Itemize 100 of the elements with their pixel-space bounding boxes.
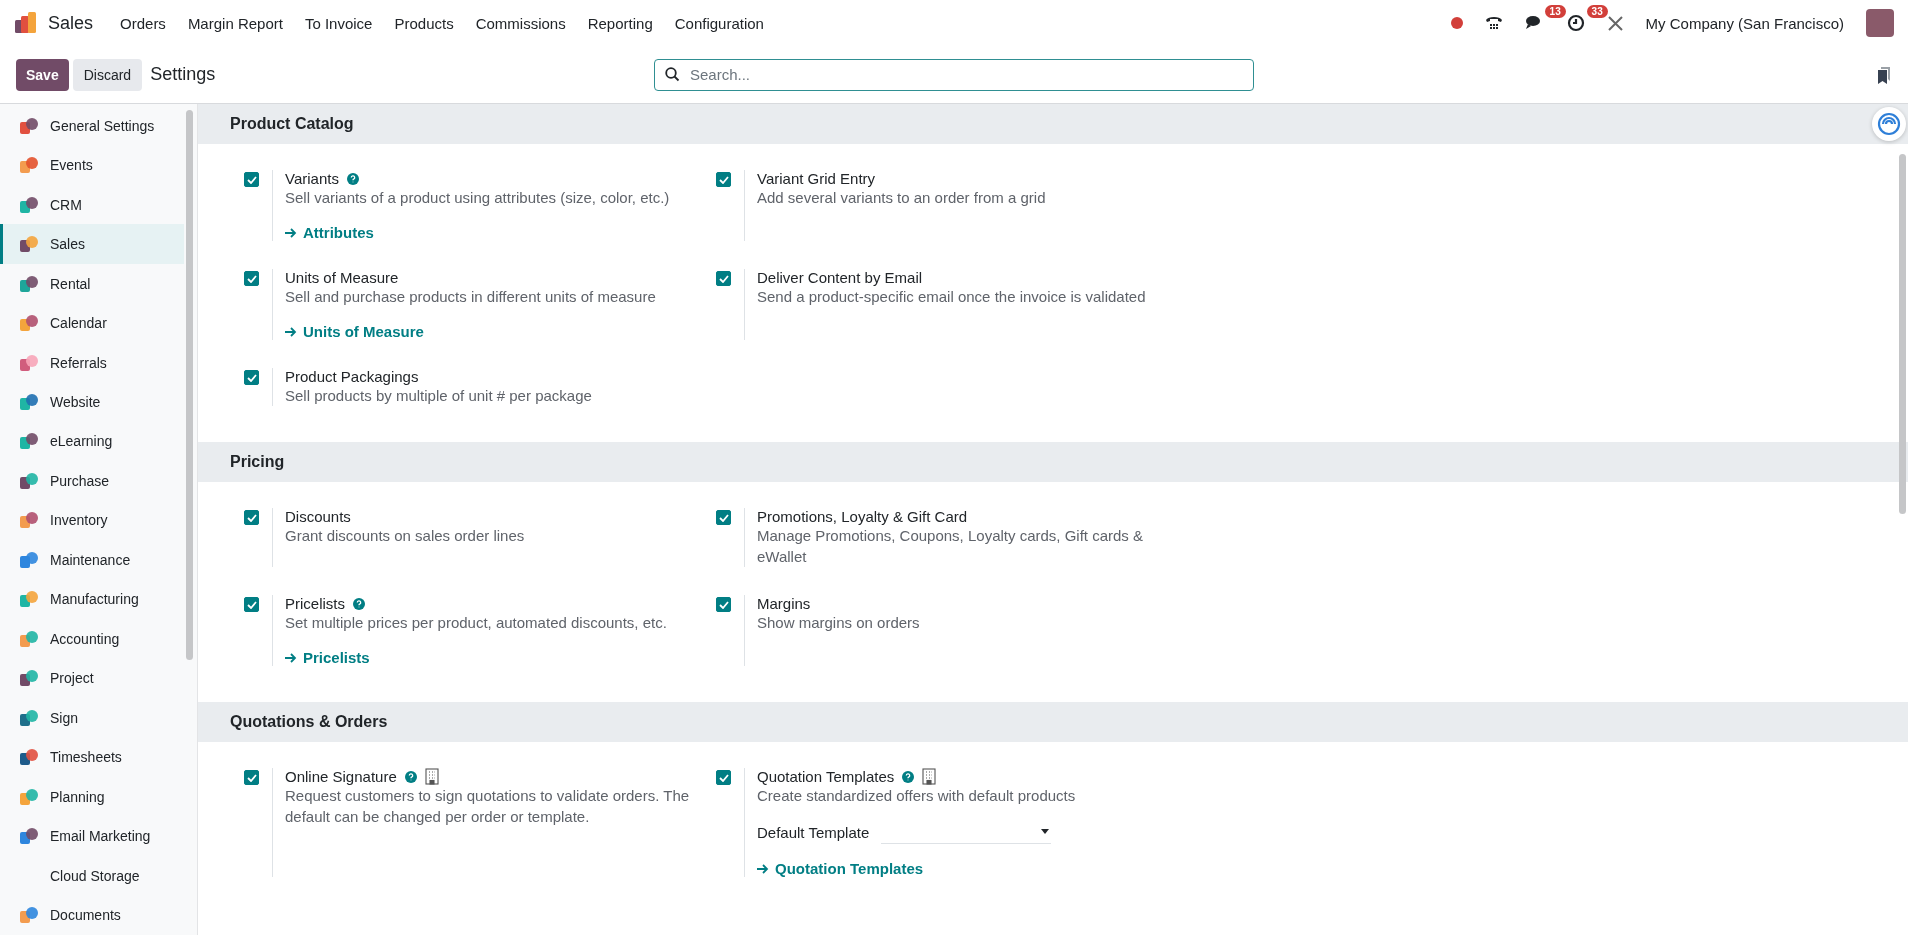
settings-link[interactable]: Units of Measure — [285, 323, 656, 340]
checkbox[interactable] — [244, 770, 259, 785]
checkbox[interactable] — [244, 510, 259, 525]
checkbox[interactable] — [716, 172, 731, 187]
setting-description: Send a product-specific email once the invoice is validated — [757, 287, 1146, 307]
sidebar-item[interactable]: Referrals — [0, 342, 184, 383]
setting-description: Sell products by multiple of unit # per package — [285, 386, 592, 406]
app-name[interactable]: Sales — [48, 12, 94, 34]
arrow-icon — [757, 863, 769, 874]
building-icon — [424, 768, 439, 785]
sidebar-item[interactable]: Project — [0, 658, 184, 699]
sidebar-item[interactable]: Sign — [0, 698, 184, 738]
company-name[interactable]: My Company (San Francisco) — [1645, 14, 1844, 32]
sidebar-item[interactable]: Maintenance — [0, 540, 184, 580]
setting-description: Add several variants to an order from a grid — [757, 188, 1046, 208]
sidebar-item[interactable]: Purchase — [0, 461, 184, 501]
search-field[interactable]: Search... — [654, 58, 1254, 91]
field-label: Default Template — [757, 823, 870, 841]
settings-link[interactable]: Quotation Templates — [757, 860, 1076, 877]
app-icon — [19, 194, 39, 215]
building-icon — [922, 768, 937, 785]
sidebar-item[interactable]: Planning — [0, 776, 184, 817]
setting-title: Variant Grid Entry — [757, 170, 876, 187]
help-icon[interactable] — [902, 770, 915, 783]
phone-icon[interactable] — [1484, 14, 1503, 32]
setting-description: Show margins on orders — [757, 613, 920, 633]
sidebar-item[interactable]: Accounting — [0, 619, 184, 659]
menu-item[interactable]: Commissions — [464, 14, 577, 32]
sidebar-item[interactable]: General Settings — [0, 106, 184, 146]
checkbox[interactable] — [716, 271, 731, 286]
setting-title: Pricelists — [285, 595, 345, 612]
setting-description: Grant discounts on sales order lines — [285, 526, 525, 546]
sidebar-item[interactable]: Cloud Storage — [0, 855, 184, 896]
app-icon — [19, 115, 39, 136]
menu-item[interactable]: To Invoice — [293, 14, 384, 32]
menu-item[interactable]: Reporting — [576, 14, 664, 32]
setting-title: Promotions, Loyalty & Gift Card — [757, 508, 968, 525]
clock-icon[interactable] — [1566, 14, 1585, 32]
sidebar-item[interactable]: Events — [0, 145, 184, 185]
setting-title: Variants — [285, 170, 339, 187]
checkbox[interactable] — [244, 172, 259, 187]
sidebar-item[interactable]: Sales — [0, 224, 184, 264]
caret-icon — [1041, 829, 1050, 834]
discard-button[interactable]: Discard — [72, 58, 143, 91]
message-count: 13 — [1544, 5, 1566, 18]
app-icon — [19, 905, 39, 926]
sidebar-item[interactable]: Rental — [0, 263, 184, 304]
app-icon — [19, 826, 39, 847]
app-icon — [19, 510, 39, 531]
app-icon — [19, 273, 39, 294]
sidebar-item[interactable]: Calendar — [0, 303, 184, 343]
app-icon — [19, 234, 39, 255]
sidebar-item[interactable]: Email Marketing — [0, 816, 184, 856]
checkbox[interactable] — [716, 597, 731, 612]
checkbox[interactable] — [244, 271, 259, 286]
app-icon — [19, 155, 39, 176]
menu-item[interactable]: Orders — [109, 14, 177, 32]
setting-title: Discounts — [285, 508, 351, 525]
setting-title: Margins — [757, 595, 811, 612]
app-icon — [19, 431, 39, 452]
setting-description: Create standardized offers with default products — [757, 786, 1076, 806]
app-icon — [19, 313, 39, 334]
sidebar-item[interactable]: eLearning — [0, 421, 184, 462]
sidebar-item[interactable]: Inventory — [0, 500, 184, 541]
menu-item[interactable]: Margin Report — [176, 14, 294, 32]
setting-title: Product Packagings — [285, 368, 419, 385]
arrow-icon — [285, 227, 297, 238]
app-icon — [19, 392, 39, 412]
checkbox[interactable] — [244, 370, 259, 385]
checkbox[interactable] — [716, 770, 731, 785]
sidebar-item[interactable]: Documents — [0, 895, 184, 935]
checkbox[interactable] — [244, 597, 259, 612]
settings-link[interactable]: Pricelists — [285, 649, 667, 666]
setting-description: Sell and purchase products in different units of measure — [285, 287, 656, 307]
app-icon — [19, 786, 39, 807]
settings-link[interactable]: Attributes — [285, 224, 670, 241]
app-icon — [19, 628, 39, 649]
help-icon[interactable] — [404, 770, 417, 783]
scrollbar[interactable] — [186, 110, 193, 660]
sidebar-item[interactable]: Website — [0, 382, 184, 422]
sidebar-item[interactable]: Manufacturing — [0, 579, 184, 620]
checkbox[interactable] — [716, 510, 731, 525]
setting-description: Sell variants of a product using attributes (size, color, etc.) — [285, 188, 670, 208]
help-icon[interactable] — [346, 172, 359, 185]
sidebar-item[interactable]: Timesheets — [0, 737, 184, 777]
section-header: Pricing — [198, 442, 1908, 482]
bookmark-icon[interactable] — [1876, 65, 1892, 84]
menu-item[interactable]: Products — [383, 14, 465, 32]
app-icon — [19, 747, 39, 768]
scrollbar[interactable] — [1899, 154, 1906, 514]
save-button[interactable]: Save — [16, 58, 69, 91]
search-input[interactable]: Search... — [688, 65, 1243, 84]
app-icon — [19, 549, 39, 570]
menu-item[interactable]: Configuration — [663, 14, 775, 32]
help-icon[interactable] — [353, 597, 365, 610]
setting-title: Deliver Content by Email — [757, 269, 923, 286]
page-title: Settings — [150, 64, 216, 85]
section-header: Quotations & Orders — [198, 702, 1908, 742]
app-logo-icon[interactable] — [14, 11, 38, 35]
sidebar-item[interactable]: CRM — [0, 184, 184, 225]
